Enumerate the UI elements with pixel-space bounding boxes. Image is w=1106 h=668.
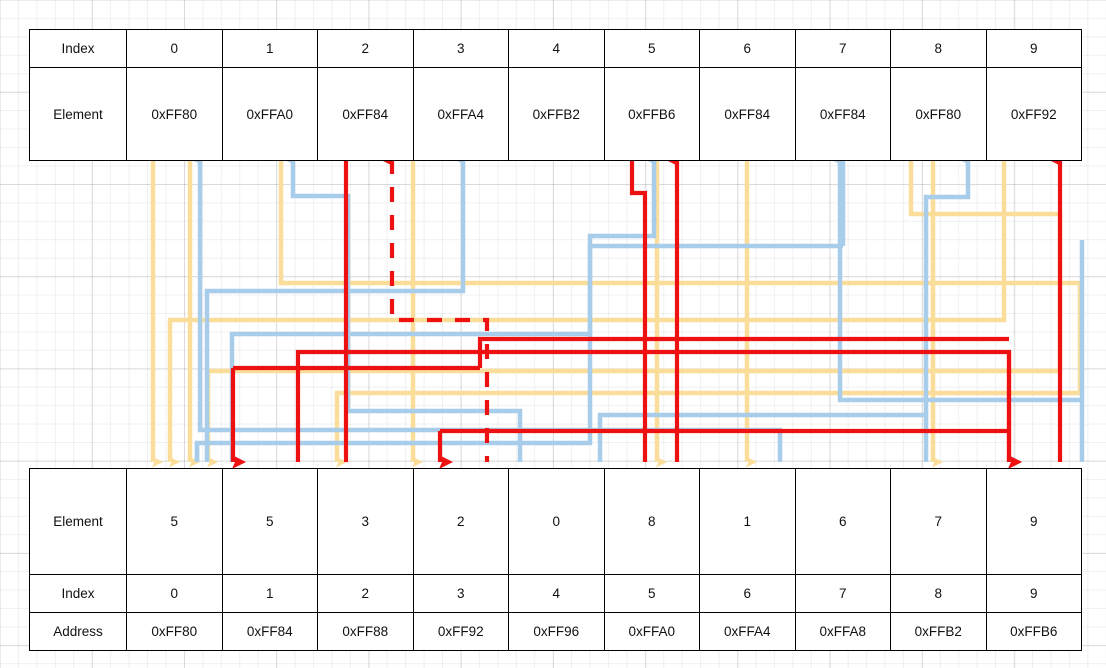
top-index-cell-8: 8 xyxy=(890,29,987,68)
bottom-index-cell-8: 8 xyxy=(890,574,987,613)
top-element-row: Element 0xFF80 0xFFA0 0xFF84 0xFFA4 0xFF… xyxy=(29,67,1082,161)
bottom-element-cell-6: 1 xyxy=(699,468,796,575)
bottom-index-label: Index xyxy=(29,574,127,613)
top-element-cell-9: 0xFF92 xyxy=(985,67,1082,161)
bottom-index-cell-9: 9 xyxy=(985,574,1082,613)
top-index-label: Index xyxy=(29,29,127,68)
top-index-row: Index 0 1 2 3 4 5 6 7 8 9 xyxy=(29,29,1082,68)
top-element-cell-6: 0xFF84 xyxy=(699,67,796,161)
bottom-element-cell-1: 5 xyxy=(221,468,318,575)
blue-connectors xyxy=(190,153,1085,462)
source-array-table: Index 0 1 2 3 4 5 6 7 8 9 Element 0xFF80… xyxy=(29,29,1082,161)
bottom-element-cell-3: 2 xyxy=(412,468,509,575)
top-index-cell-2: 2 xyxy=(317,29,414,68)
bottom-address-label: Address xyxy=(29,612,127,651)
top-element-cell-5: 0xFFB6 xyxy=(603,67,700,161)
bottom-element-cell-4: 0 xyxy=(508,468,605,575)
red-connectors xyxy=(230,152,1063,469)
bottom-element-row: Element 5 5 3 2 0 8 1 6 7 9 xyxy=(29,468,1082,575)
top-element-cell-0: 0xFF80 xyxy=(126,67,223,161)
bottom-address-cell-3: 0xFF92 xyxy=(412,612,509,651)
top-index-cell-1: 1 xyxy=(221,29,318,68)
bottom-address-row: Address 0xFF80 0xFF84 0xFF88 0xFF92 0xFF… xyxy=(29,612,1082,651)
red-path-dashed xyxy=(379,152,490,462)
top-index-cell-7: 7 xyxy=(794,29,891,68)
top-index-cell-5: 5 xyxy=(603,29,700,68)
bottom-address-cell-9: 0xFFB6 xyxy=(985,612,1082,651)
top-element-cell-2: 0xFF84 xyxy=(317,67,414,161)
top-index-cell-0: 0 xyxy=(126,29,223,68)
bottom-index-cell-5: 5 xyxy=(603,574,700,613)
bottom-index-row: Index 0 1 2 3 4 5 6 7 8 9 xyxy=(29,574,1082,613)
top-element-label: Element xyxy=(29,67,127,161)
bottom-element-label: Element xyxy=(29,468,127,575)
bottom-address-cell-0: 0xFF80 xyxy=(126,612,223,651)
bottom-index-cell-7: 7 xyxy=(794,574,891,613)
bottom-address-cell-2: 0xFF88 xyxy=(317,612,414,651)
top-index-cell-4: 4 xyxy=(508,29,605,68)
sorted-array-table: Element 5 5 3 2 0 8 1 6 7 9 Index 0 1 2 … xyxy=(29,468,1082,651)
top-index-cell-6: 6 xyxy=(699,29,796,68)
bottom-element-cell-7: 6 xyxy=(794,468,891,575)
top-element-cell-7: 0xFF84 xyxy=(794,67,891,161)
bottom-address-cell-8: 0xFFB2 xyxy=(890,612,987,651)
bottom-address-cell-4: 0xFF96 xyxy=(508,612,605,651)
top-index-cell-9: 9 xyxy=(985,29,1082,68)
bottom-element-cell-9: 9 xyxy=(985,468,1082,575)
bottom-element-cell-2: 3 xyxy=(317,468,414,575)
bottom-address-cell-7: 0xFFA8 xyxy=(794,612,891,651)
diagram-canvas: Index 0 1 2 3 4 5 6 7 8 9 Element 0xFF80… xyxy=(0,0,1106,668)
bottom-element-cell-0: 5 xyxy=(126,468,223,575)
top-element-cell-4: 0xFFB2 xyxy=(508,67,605,161)
bottom-address-cell-5: 0xFFA0 xyxy=(603,612,700,651)
bottom-element-cell-8: 7 xyxy=(890,468,987,575)
bottom-index-cell-2: 2 xyxy=(317,574,414,613)
bottom-index-cell-3: 3 xyxy=(412,574,509,613)
bottom-index-cell-4: 4 xyxy=(508,574,605,613)
top-element-cell-1: 0xFFA0 xyxy=(221,67,318,161)
top-element-cell-8: 0xFF80 xyxy=(890,67,987,161)
bottom-index-cell-1: 1 xyxy=(221,574,318,613)
bottom-index-cell-6: 6 xyxy=(699,574,796,613)
bottom-address-cell-1: 0xFF84 xyxy=(221,612,318,651)
bottom-element-cell-5: 8 xyxy=(603,468,700,575)
bottom-index-cell-0: 0 xyxy=(126,574,223,613)
top-element-cell-3: 0xFFA4 xyxy=(412,67,509,161)
bottom-address-cell-6: 0xFFA4 xyxy=(699,612,796,651)
top-index-cell-3: 3 xyxy=(412,29,509,68)
